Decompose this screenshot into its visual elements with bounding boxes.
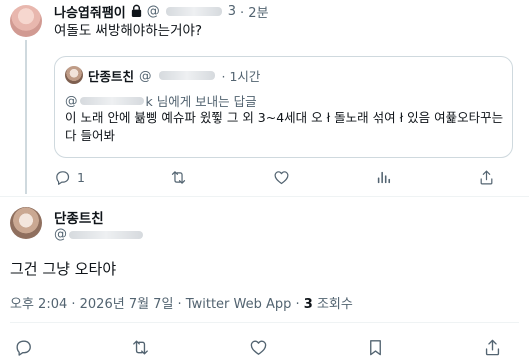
heart-icon <box>274 170 289 184</box>
reply-display-name[interactable]: 나승엽줘팸이 <box>54 2 126 21</box>
reply-tweet-header: 나승엽줘팸이 @ 3 · 2분 <box>54 2 269 21</box>
replying-to-suffix: k 님에게 보내는 답글 <box>145 94 257 109</box>
reply-handle-suffix: 3 <box>227 3 237 19</box>
reply-count: 1 <box>77 169 85 185</box>
reply-time[interactable]: · 2분 <box>240 2 269 21</box>
tweet-timestamp[interactable]: 오후 2:04 · 2026년 7월 7일 · Twitter Web App … <box>10 297 304 312</box>
bookmark-icon <box>369 339 381 355</box>
main-display-name[interactable]: 단종트친 <box>54 207 104 227</box>
main-handle[interactable]: @ <box>54 227 67 242</box>
retweet-icon <box>133 339 149 355</box>
redacted-handle <box>165 6 222 16</box>
quoted-handle: @ <box>139 67 152 83</box>
reply-icon <box>56 170 70 185</box>
replying-to: @ k 님에게 보내는 답글 <box>65 91 257 110</box>
avatar[interactable] <box>10 207 42 239</box>
main-handle-row: @ <box>54 227 145 242</box>
reply-tweet-text: 여돌도 써방해야하는거야? <box>54 23 203 39</box>
reply-icon <box>16 339 31 356</box>
views-button[interactable] <box>375 169 392 186</box>
main-tweet-text: 그건 그냥 오타야 <box>10 260 117 278</box>
redacted-handle <box>79 96 144 105</box>
like-button[interactable] <box>249 338 268 357</box>
view-label: 조회수 <box>312 297 353 312</box>
reply-handle[interactable]: @ <box>147 4 160 19</box>
view-count: 3 <box>303 297 313 312</box>
like-button[interactable] <box>273 169 290 186</box>
redacted-handle <box>69 230 143 239</box>
avatar[interactable] <box>10 5 42 37</box>
quoted-tweet-card[interactable]: 단종트친 @ · 1시간 @ k 님에게 보내는 답글 이 노래 안에 뷺삥 예… <box>54 56 513 158</box>
share-button[interactable] <box>478 169 495 186</box>
replying-to-prefix: @ <box>65 93 78 108</box>
quoted-time: · 1시간 <box>221 68 261 84</box>
retweet-icon <box>172 170 186 184</box>
quoted-display-name: 단종트친 <box>88 68 135 84</box>
reply-button[interactable]: 1 <box>54 169 85 186</box>
quoted-avatar <box>65 66 83 84</box>
heart-icon <box>250 339 266 355</box>
share-button[interactable] <box>483 338 502 357</box>
share-icon <box>485 339 500 355</box>
views-bar-icon <box>378 171 391 183</box>
divider <box>0 196 529 197</box>
bookmark-button[interactable] <box>366 338 385 357</box>
thread-line <box>25 40 27 194</box>
divider <box>10 322 519 323</box>
quoted-tweet-header: 단종트친 @ · 1시간 <box>65 65 260 85</box>
main-tweet-actions <box>14 337 502 357</box>
reply-tweet-actions: 1 <box>54 167 495 187</box>
tweet-meta: 오후 2:04 · 2026년 7월 7일 · Twitter Web App … <box>10 293 353 312</box>
redacted-handle <box>158 70 215 80</box>
reply-button[interactable] <box>14 338 33 357</box>
lock-icon <box>131 4 141 18</box>
share-icon <box>480 170 493 184</box>
quoted-tweet-text: 이 노래 안에 뷺삥 예슈파 윘쮷 그 외 3~4세대 오 ł 돌노래 섞여 ł… <box>65 110 504 143</box>
retweet-button[interactable] <box>131 338 150 357</box>
retweet-button[interactable] <box>170 169 187 186</box>
